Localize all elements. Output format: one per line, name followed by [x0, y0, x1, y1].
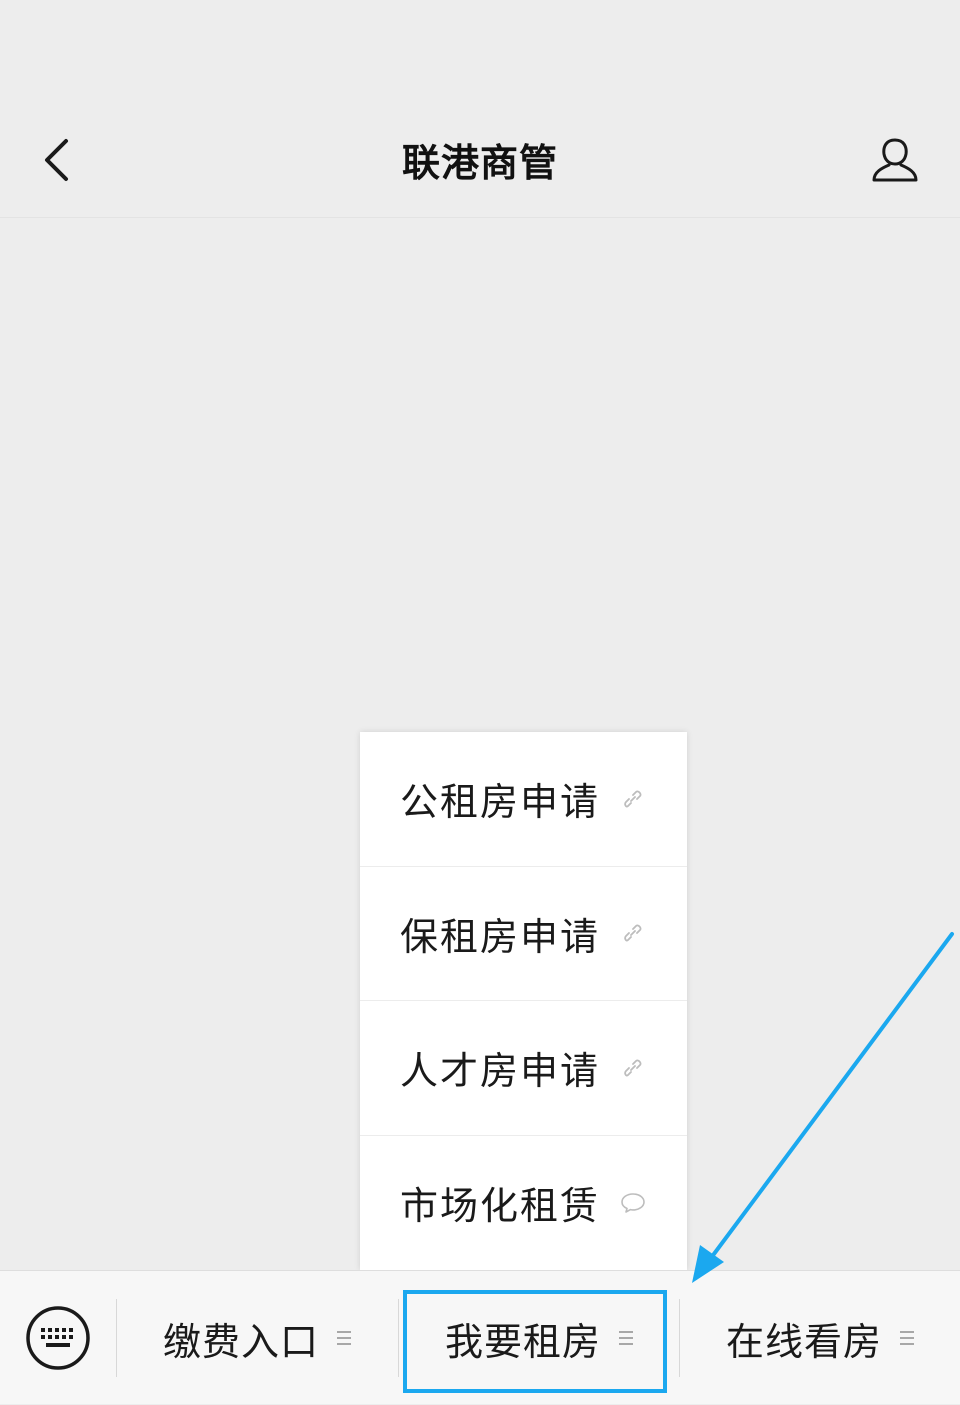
- status-bar-area: [0, 0, 960, 100]
- menu-item-online-viewing[interactable]: 在线看房: [680, 1271, 960, 1405]
- chevron-left-icon: [45, 139, 68, 181]
- link-icon: [620, 920, 646, 946]
- custom-menu-bar: 缴费入口 我要租房 在线看房: [0, 1270, 960, 1404]
- link-icon: [620, 786, 646, 812]
- submenu-item-talent-housing[interactable]: 人才房申请: [360, 1001, 687, 1136]
- profile-button[interactable]: [860, 122, 930, 198]
- submenu-item-label: 人才房申请: [400, 1049, 601, 1094]
- submenu-item-label: 保租房申请: [400, 914, 601, 959]
- submenu-popup: 公租房申请 保租房申请 人才房申请 市场化租赁: [360, 732, 687, 1270]
- link-icon: [620, 1055, 646, 1081]
- menu-item-label: 我要租房: [444, 1319, 601, 1364]
- submenu-item-public-rental[interactable]: 公租房申请: [360, 732, 687, 867]
- submenu-item-label: 市场化租赁: [400, 1184, 601, 1229]
- menu-lines-icon: [337, 1331, 351, 1345]
- menu-item-label: 缴费入口: [162, 1319, 319, 1364]
- navigation-bar: 联港商管: [0, 100, 960, 218]
- submenu-item-market-rental[interactable]: 市场化租赁: [360, 1136, 687, 1271]
- menu-item-payment[interactable]: 缴费入口: [117, 1271, 397, 1405]
- page-title: 联港商管: [401, 140, 558, 185]
- menu-item-label: 在线看房: [725, 1319, 882, 1364]
- menu-lines-icon: [619, 1331, 633, 1345]
- submenu-item-affordable-rental[interactable]: 保租房申请: [360, 867, 687, 1001]
- chat-bubble-icon: [620, 1190, 646, 1216]
- menu-lines-icon: [900, 1331, 914, 1345]
- submenu-item-label: 公租房申请: [400, 780, 601, 825]
- keyboard-icon: [26, 1306, 90, 1370]
- menu-item-rent-house[interactable]: 我要租房: [399, 1271, 679, 1405]
- keyboard-toggle-button[interactable]: [24, 1304, 92, 1372]
- back-button[interactable]: [22, 120, 92, 200]
- person-icon: [872, 138, 918, 182]
